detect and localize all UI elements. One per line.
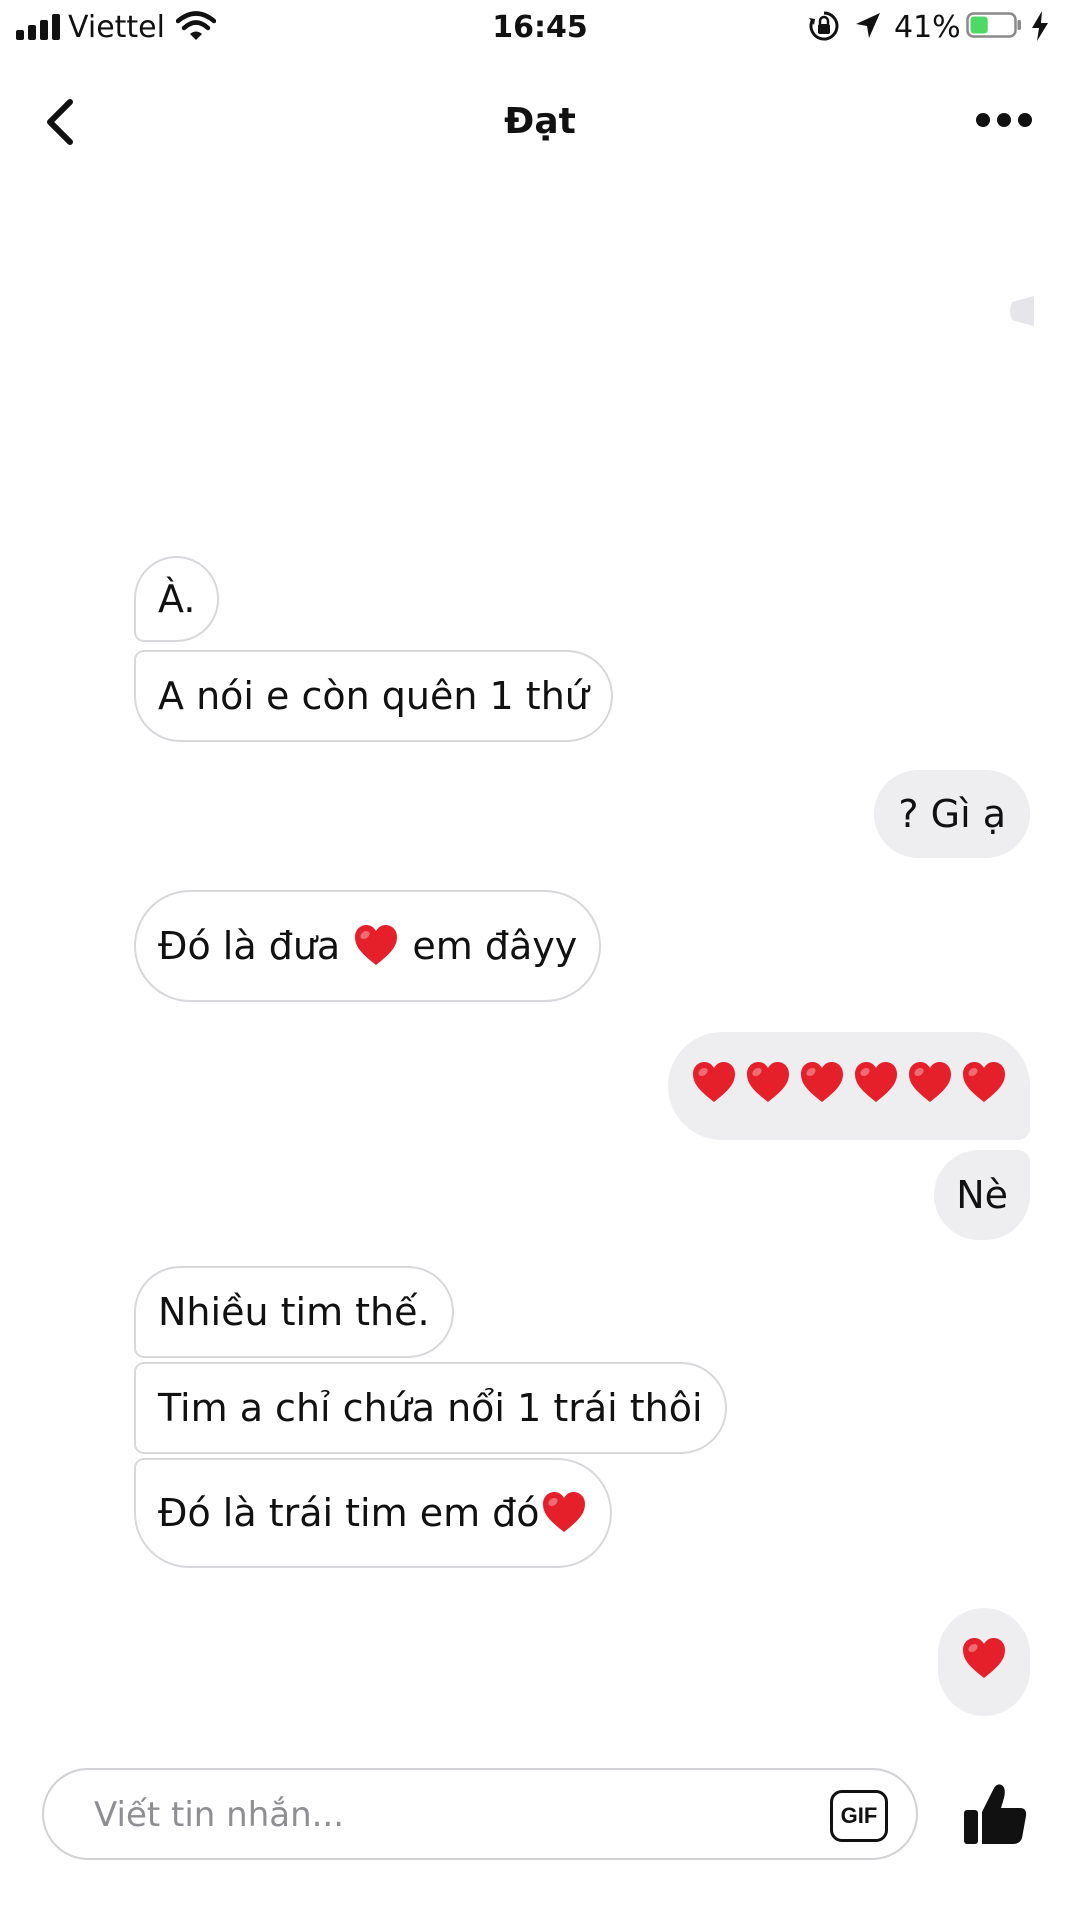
- message-composer: GIF: [42, 1768, 918, 1860]
- outgoing-message[interactable]: [938, 1608, 1030, 1716]
- message-text: Đó là trái tim em đó: [158, 1491, 540, 1535]
- heart-icon: [352, 922, 400, 970]
- outgoing-message[interactable]: Nè: [934, 1150, 1030, 1240]
- heart-icon: [960, 1059, 1008, 1107]
- heart-icon: [960, 1635, 1008, 1683]
- message-text: Nè: [956, 1173, 1008, 1217]
- gif-button[interactable]: GIF: [830, 1790, 888, 1842]
- contact-name[interactable]: Đạt: [0, 96, 1080, 148]
- heart-icon: [744, 1059, 792, 1107]
- battery-percent: 41%: [894, 10, 961, 45]
- heart-icon: [798, 1059, 846, 1107]
- heart-icon: [906, 1059, 954, 1107]
- incoming-message[interactable]: Tim a chỉ chứa nổi 1 trái thôi: [134, 1362, 727, 1454]
- message-text: em đâyy: [412, 924, 578, 968]
- battery-icon: [966, 12, 1021, 38]
- message-input[interactable]: [92, 1788, 816, 1842]
- location-icon: [856, 13, 880, 38]
- heart-icon: [690, 1059, 738, 1107]
- heart-icon: [852, 1059, 900, 1107]
- heart-icon: [540, 1489, 588, 1537]
- message-text: À.: [158, 577, 196, 621]
- message-text: Tim a chỉ chứa nổi 1 trái thôi: [158, 1386, 703, 1430]
- status-bar: Viettel 16:45 41%: [0, 0, 1080, 56]
- incoming-message[interactable]: Đó là trái tim em đó: [134, 1458, 612, 1568]
- incoming-message[interactable]: A nói e còn quên 1 thứ: [134, 650, 613, 742]
- incoming-message[interactable]: Nhiều tim thế.: [134, 1266, 454, 1358]
- outgoing-message[interactable]: ? Gì ạ: [874, 770, 1030, 858]
- outgoing-message[interactable]: [668, 1032, 1030, 1140]
- chat-header: Đạt: [0, 56, 1080, 186]
- message-text: A nói e còn quên 1 thứ: [158, 674, 589, 718]
- incoming-message[interactable]: Đó là đưa em đâyy: [134, 890, 602, 1002]
- message-text: Nhiều tim thế.: [158, 1290, 430, 1334]
- message-text: ? Gì ạ: [898, 792, 1006, 836]
- message-text: Đó là đưa: [158, 924, 341, 968]
- incoming-message[interactable]: À.: [134, 556, 220, 642]
- chat-screen: Viettel 16:45 41% Đạt À. A nói e còn quê…: [0, 0, 1080, 1920]
- charging-icon: [1032, 11, 1048, 41]
- seen-indicator-icon: [1010, 296, 1034, 326]
- thumbs-up-icon[interactable]: [960, 1780, 1030, 1850]
- more-dots-icon[interactable]: [974, 110, 1034, 130]
- lock-rotation-icon: [809, 11, 839, 41]
